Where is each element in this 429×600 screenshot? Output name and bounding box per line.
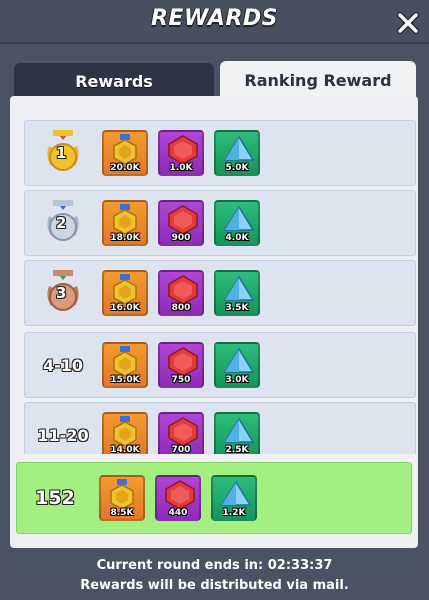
crystal-amount: 4.0K — [225, 233, 249, 243]
tab-ranking-reward[interactable]: Ranking Reward — [220, 61, 416, 99]
mail-notice-text: Rewards will be distributed via mail. — [80, 578, 349, 593]
rewards-panel: REWARDS Rewards Ranking Reward 1 20.0K 1… — [0, 0, 429, 600]
close-icon — [397, 12, 419, 34]
crystal-icon — [220, 480, 252, 506]
crystal-amount: 3.0K — [225, 375, 249, 385]
tab-rewards[interactable]: Rewards — [14, 63, 214, 99]
badge-reward[interactable]: 15.0K — [102, 342, 148, 388]
gem-reward[interactable]: 800 — [158, 270, 204, 316]
rank-range: 4-10 — [25, 333, 101, 397]
rank-label: 1 — [56, 144, 67, 162]
crystal-reward[interactable]: 3.5K — [214, 270, 260, 316]
ruby-icon — [168, 135, 198, 165]
badge-icon — [113, 416, 137, 446]
round-timer-text: Current round ends in: 02:33:37 — [96, 558, 333, 573]
badge-amount: 15.0K — [110, 375, 140, 385]
my-rank-label: 152 — [35, 487, 75, 509]
gem-amount: 800 — [171, 303, 191, 313]
ruby-icon — [168, 417, 198, 447]
crystal-reward[interactable]: 4.0K — [214, 200, 260, 246]
crystal-reward[interactable]: 5.0K — [214, 130, 260, 176]
rank-medal-2: 2 — [25, 191, 101, 255]
tab-bar: Rewards Ranking Reward — [14, 61, 416, 99]
badge-reward[interactable]: 14.0K — [102, 412, 148, 454]
rank-range: 11-20 — [25, 403, 101, 454]
badge-icon — [113, 346, 137, 376]
crystal-amount: 3.5K — [225, 303, 249, 313]
footer-info: Current round ends in: 02:33:37 Rewards … — [0, 556, 429, 596]
ruby-icon — [168, 347, 198, 377]
crystal-reward[interactable]: 2.5K — [214, 412, 260, 454]
crystal-amount: 5.0K — [225, 163, 249, 173]
reward-row-rank-2: 2 18.0K 900 4.0K — [24, 190, 416, 256]
badge-amount: 16.0K — [110, 303, 140, 313]
badge-reward[interactable]: 16.0K — [102, 270, 148, 316]
crystal-reward[interactable]: 1.2K — [211, 475, 257, 521]
ruby-icon — [168, 275, 198, 305]
header-bar: REWARDS — [0, 0, 429, 44]
gem-reward[interactable]: 700 — [158, 412, 204, 454]
crystal-amount: 1.2K — [222, 508, 246, 518]
close-button[interactable] — [393, 8, 423, 38]
rank-label: 4-10 — [42, 355, 84, 375]
scroll-clip: 11-20 14.0K 700 2.5K — [10, 402, 418, 454]
badge-reward[interactable]: 18.0K — [102, 200, 148, 246]
my-rank-row: 152 8.5K 440 1.2K — [16, 462, 412, 534]
badge-reward[interactable]: 20.0K — [102, 130, 148, 176]
rank-label: 2 — [56, 214, 67, 232]
crystal-icon — [223, 135, 255, 161]
rank-medal-3: 3 — [25, 261, 101, 325]
rank-medal-1: 1 — [25, 121, 101, 185]
gem-reward[interactable]: 1.0K — [158, 130, 204, 176]
crystal-icon — [223, 275, 255, 301]
gem-amount: 700 — [171, 445, 191, 454]
badge-amount: 8.5K — [110, 508, 134, 518]
my-rank: 152 — [17, 463, 93, 533]
reward-row-rank-4-10: 4-10 15.0K 750 3.0K — [24, 332, 416, 398]
gem-amount: 440 — [168, 508, 188, 518]
page-title: REWARDS — [150, 6, 279, 31]
rank-label: 3 — [56, 284, 67, 302]
crystal-amount: 2.5K — [225, 445, 249, 454]
ruby-icon — [168, 205, 198, 235]
reward-row-rank-3: 3 16.0K 800 3.5K — [24, 260, 416, 326]
badge-icon — [113, 134, 137, 164]
badge-icon — [113, 204, 137, 234]
rank-label: 11-20 — [37, 425, 89, 445]
badge-icon — [110, 479, 134, 509]
reward-row-rank-11-20: 11-20 14.0K 700 2.5K — [24, 402, 416, 454]
gem-amount: 900 — [171, 233, 191, 243]
gem-amount: 1.0K — [169, 163, 193, 173]
crystal-reward[interactable]: 3.0K — [214, 342, 260, 388]
gem-amount: 750 — [171, 375, 191, 385]
badge-amount: 14.0K — [110, 445, 140, 454]
badge-reward[interactable]: 8.5K — [99, 475, 145, 521]
badge-amount: 18.0K — [110, 233, 140, 243]
gem-reward[interactable]: 440 — [155, 475, 201, 521]
gem-reward[interactable]: 750 — [158, 342, 204, 388]
crystal-icon — [223, 205, 255, 231]
badge-icon — [113, 274, 137, 304]
crystal-icon — [223, 417, 255, 443]
reward-row-rank-1: 1 20.0K 1.0K 5.0K — [24, 120, 416, 186]
badge-amount: 20.0K — [110, 163, 140, 173]
ruby-icon — [165, 480, 195, 510]
crystal-icon — [223, 347, 255, 373]
ranking-reward-list[interactable]: 1 20.0K 1.0K 5.0K 2 18.0K 900 4.0K 3 16.… — [10, 96, 418, 548]
gem-reward[interactable]: 900 — [158, 200, 204, 246]
